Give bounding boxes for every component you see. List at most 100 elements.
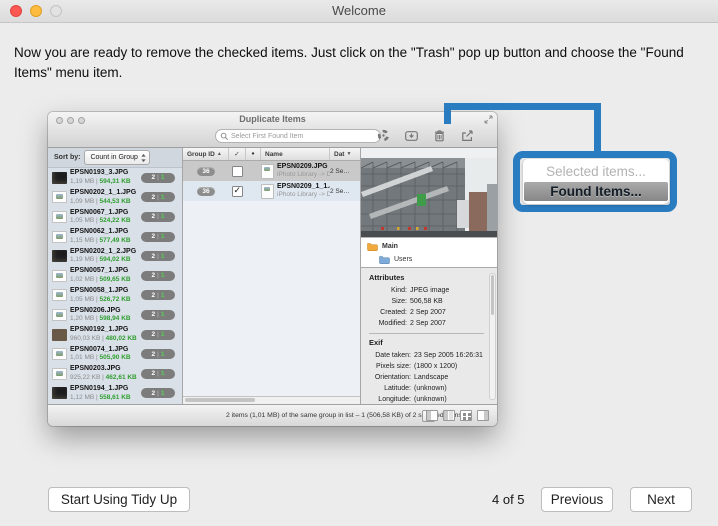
duplicate-size: 524,22 KB <box>100 217 131 224</box>
badge-separator: | <box>157 390 159 397</box>
file-size: 1,15 MB <box>70 237 94 244</box>
file-list-item[interactable]: EPSN0192_1.JPG960,03 KB | 480,02 KB2|1 <box>48 325 182 345</box>
info-row: Latitude:(unknown) <box>361 383 494 394</box>
close-button[interactable] <box>10 5 22 17</box>
menu-item-found-items[interactable]: Found Items... <box>524 182 668 201</box>
file-size: 1,12 MB <box>70 394 94 401</box>
file-name: EPSN0194_1.JPG <box>70 385 131 394</box>
file-meta: EPSN0202_1_1.JPG1,09 MB | 544,53 KB <box>70 189 136 206</box>
shot-traffic-lights <box>56 117 85 124</box>
folder-list: Main Users <box>361 238 497 268</box>
scrollbar-thumb[interactable] <box>185 398 255 402</box>
exif-title: Exif <box>369 338 494 347</box>
column-checked[interactable]: ✓ <box>229 148 246 160</box>
menu-item-selected-items[interactable]: Selected items... <box>523 159 669 182</box>
callout-connector <box>444 103 601 110</box>
file-sizes: 1,19 MB | 594,02 KB <box>70 256 136 264</box>
file-list-item[interactable]: EPSN0206.JPG1,20 MB | 598,94 KB2|1 <box>48 305 182 325</box>
file-size: 1,20 MB <box>70 315 94 322</box>
burn-icon[interactable] <box>375 127 391 143</box>
file-sizes: 1,05 MB | 526,72 KB <box>70 296 131 304</box>
view-grid-icon[interactable] <box>460 410 472 421</box>
column-date[interactable]: Dat ▼ <box>330 148 360 160</box>
dup-count-badge: 2|1 <box>141 388 175 398</box>
folder-label: Main <box>382 243 398 250</box>
table-row[interactable]: 36EPSN0209.JPGiPhoto Library -> Dupli...… <box>183 161 360 181</box>
previous-button[interactable]: Previous <box>541 487 613 512</box>
toolbar <box>375 127 475 143</box>
file-thumbnail-icon <box>52 211 67 223</box>
sort-bar: Sort by: Count in Group <box>48 148 182 168</box>
file-list-item[interactable]: EPSN0193_3.JPG1,19 MB | 594,31 KB2|1 <box>48 168 182 188</box>
attributes-list: Kind:JPEG imageSize:506,58 KBCreated:2 S… <box>361 285 494 329</box>
file-list-item[interactable]: EPSN0057_1.JPG1,02 MB | 509,65 KB2|1 <box>48 266 182 286</box>
badge-total: 2 <box>152 213 156 220</box>
scrollbar-thumb[interactable] <box>491 275 494 315</box>
column-group-id[interactable]: Group ID ▲ <box>183 148 229 160</box>
info-value: (1800 x 1200) <box>411 361 457 372</box>
badge-total: 2 <box>152 292 156 299</box>
row-checkbox[interactable] <box>232 186 243 197</box>
jpeg-file-icon <box>261 164 274 179</box>
minimize-button[interactable] <box>30 5 42 17</box>
duplicate-size: 594,31 KB <box>100 178 131 185</box>
view-right-pane-icon[interactable] <box>477 410 489 421</box>
horizontal-scrollbar[interactable] <box>183 396 360 404</box>
file-meta: EPSN0206.JPG1,20 MB | 598,94 KB <box>70 307 131 324</box>
share-icon[interactable] <box>459 127 475 143</box>
window-titlebar: Welcome <box>0 0 718 23</box>
badge-dup: 1 <box>161 194 165 201</box>
duplicate-size: 594,02 KB <box>100 256 131 263</box>
badge-dup: 1 <box>161 292 165 299</box>
next-button[interactable]: Next <box>630 487 692 512</box>
file-list-item[interactable]: EPSN0074_1.JPG1,01 MB | 505,90 KB2|1 <box>48 344 182 364</box>
dup-count-badge: 2|1 <box>141 232 175 242</box>
file-list-item[interactable]: EPSN0067_1.JPG1,05 MB | 524,22 KB2|1 <box>48 207 182 227</box>
row-checkbox[interactable] <box>232 166 243 177</box>
folder-row-users[interactable]: Users <box>361 253 497 266</box>
file-list-item[interactable]: EPSN0062_1.JPG1,15 MB | 577,49 KB 2|1 <box>48 227 182 247</box>
start-using-tidy-up-button[interactable]: Start Using Tidy Up <box>48 487 190 512</box>
table-rows: 36EPSN0209.JPGiPhoto Library -> Dupli...… <box>183 161 360 201</box>
sort-select-value: Count in Group <box>90 154 137 161</box>
vertical-scrollbar[interactable] <box>489 273 496 400</box>
trash-icon[interactable] <box>431 127 447 143</box>
search-icon <box>220 132 229 141</box>
sort-select[interactable]: Count in Group <box>84 150 149 165</box>
row-file-name: EPSN0209_1_1.JPG <box>277 183 330 192</box>
badge-total: 2 <box>152 351 156 358</box>
view-split-pane-icon[interactable] <box>443 410 455 421</box>
file-list-item[interactable]: EPSN0203.JPG925,22 KB | 462,61 KB2|1 <box>48 364 182 384</box>
intro-text: Now you are ready to remove the checked … <box>14 43 708 83</box>
info-row: Orientation:Landscape <box>361 372 494 383</box>
fullscreen-icon <box>484 115 493 124</box>
folder-row-main[interactable]: Main <box>361 240 497 253</box>
file-list-item[interactable]: EPSN0202_1_1.JPG1,09 MB | 544,53 KB 2|1 <box>48 188 182 208</box>
file-list-item[interactable]: EPSN0058_1.JPG1,05 MB | 526,72 KB2|1 <box>48 286 182 306</box>
duplicate-size: 598,94 KB <box>100 315 131 322</box>
file-list-item[interactable]: EPSN0202_1_2.JPG1,19 MB | 594,02 KB2|1 <box>48 246 182 266</box>
sort-asc-icon: ▲ <box>217 151 222 157</box>
column-name[interactable]: Name <box>261 148 330 160</box>
badge-separator: | <box>157 351 159 358</box>
dup-count-badge: 2|1 <box>141 192 175 202</box>
badge-separator: | <box>157 194 159 201</box>
file-meta: EPSN0057_1.JPG1,02 MB | 509,65 KB <box>70 267 131 284</box>
checked-cell <box>229 186 246 197</box>
file-meta: EPSN0062_1.JPG1,15 MB | 577,49 KB <box>70 228 131 245</box>
badge-dup: 1 <box>161 370 165 377</box>
info-value: (unknown) <box>411 394 447 404</box>
file-meta: EPSN0058_1.JPG1,05 MB | 526,72 KB <box>70 287 131 304</box>
badge-separator: | <box>157 233 159 240</box>
file-size: 1,02 MB <box>70 276 94 283</box>
column-mark[interactable]: ● <box>246 148 261 160</box>
view-single-pane-icon[interactable] <box>426 410 438 421</box>
file-list-item[interactable]: EPSN0194_1.JPG1,12 MB | 558,61 KB2|1 <box>48 384 182 404</box>
search-input[interactable]: Select First Found Item <box>215 129 381 143</box>
badge-total: 2 <box>152 370 156 377</box>
table-row[interactable]: 36EPSN0209_1_1.JPGiPhoto Library -> Dupl… <box>183 181 360 201</box>
exif-list: Date taken:23 Sep 2005 16:26:31Pixels si… <box>361 350 494 404</box>
import-icon[interactable] <box>403 127 419 143</box>
info-value: JPEG image <box>407 285 449 296</box>
folder-label: Users <box>394 256 412 263</box>
